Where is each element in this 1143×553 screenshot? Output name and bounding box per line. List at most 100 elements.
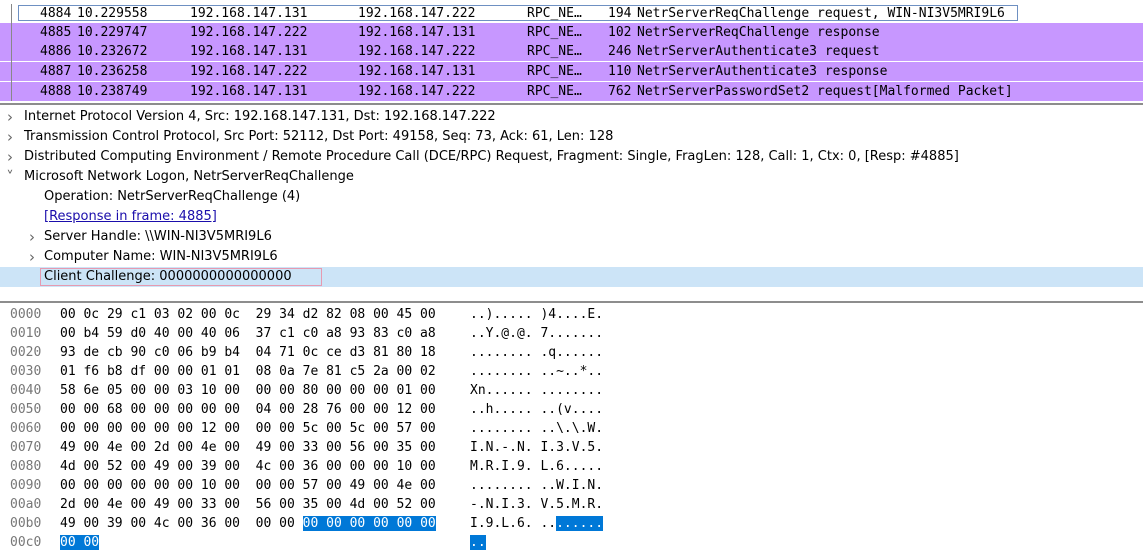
bytes-ascii[interactable]: ........ ..~..*.. <box>470 362 603 382</box>
detail-row-text: Operation: NetrServerReqChallenge (4) <box>44 189 301 204</box>
bytes-row: 0090 00 00 00 00 00 00 10 00 00 00 57 00 … <box>0 476 1143 496</box>
packet-length: 246 <box>608 44 632 59</box>
bytes-hex[interactable]: 49 00 39 00 4c 00 36 00 00 00 00 00 00 0… <box>60 514 436 534</box>
bytes-hex[interactable]: 49 00 4e 00 2d 00 4e 00 49 00 33 00 56 0… <box>60 438 436 458</box>
bytes-hex[interactable]: 93 de cb 90 c0 06 b9 b4 04 71 0c ce d3 8… <box>60 343 436 363</box>
chevron-right-icon[interactable]: › <box>4 147 16 167</box>
bytes-hex[interactable]: 00 00 68 00 00 00 00 00 04 00 28 76 00 0… <box>60 400 436 420</box>
detail-row[interactable]: ˅ Microsoft Network Logon, NetrServerReqC… <box>0 167 1143 187</box>
chevron-right-icon[interactable]: › <box>4 127 16 147</box>
bytes-ascii[interactable]: .. <box>470 533 486 553</box>
bytes-hex[interactable]: 00 0c 29 c1 03 02 00 0c 29 34 d2 82 08 0… <box>60 305 436 325</box>
bytes-offset: 0020 <box>10 345 42 360</box>
bytes-ascii[interactable]: Xn...... ........ <box>470 381 603 401</box>
bytes-offset: 0010 <box>10 326 42 341</box>
packet-destination: 192.168.147.222 <box>358 44 476 59</box>
packet-destination: 192.168.147.131 <box>358 25 476 40</box>
bytes-row: 0030 01 f6 b8 df 00 00 01 01 08 0a 7e 81 … <box>0 362 1143 382</box>
bytes-row: 0010 00 b4 59 d0 40 00 40 06 37 c1 c0 a8 … <box>0 324 1143 344</box>
packet-length: 102 <box>608 25 632 40</box>
bytes-hex[interactable]: 00 00 <box>60 533 100 553</box>
packet-info: NetrServerAuthenticate3 response <box>637 64 888 79</box>
bytes-row: 0000 00 0c 29 c1 03 02 00 0c 29 34 d2 82 … <box>0 305 1143 325</box>
bytes-offset: 0050 <box>10 402 42 417</box>
packet-info: NetrServerReqChallenge request, WIN-NI3V… <box>637 6 1005 21</box>
detail-row-text: Internet Protocol Version 4, Src: 192.16… <box>24 109 496 124</box>
detail-row[interactable]: › Distributed Computing Environment / Rem… <box>0 147 1143 167</box>
packet-row[interactable]: 4888 10.238749 192.168.147.131 192.168.147.… <box>0 82 1143 101</box>
bytes-row: 0050 00 00 68 00 00 00 00 00 04 00 28 76 … <box>0 400 1143 420</box>
packet-no: 4887 <box>40 64 72 79</box>
bytes-hex[interactable]: 4d 00 52 00 49 00 39 00 4c 00 36 00 00 0… <box>60 457 436 477</box>
packet-time: 10.232672 <box>77 44 148 59</box>
bytes-hex[interactable]: 00 00 00 00 00 00 12 00 00 00 5c 00 5c 0… <box>60 419 436 439</box>
packet-info: NetrServerAuthenticate3 request <box>637 44 880 59</box>
chevron-right-icon[interactable]: › <box>26 227 38 247</box>
selected-field-outline <box>40 268 322 286</box>
packet-time: 10.238749 <box>77 84 148 99</box>
packet-time: 10.229747 <box>77 25 148 40</box>
packet-destination: 192.168.147.222 <box>358 84 476 99</box>
packet-row[interactable]: 4884 10.229558 192.168.147.131 192.168.147.… <box>0 4 1143 23</box>
packet-source: 192.168.147.131 <box>190 6 308 21</box>
pane-splitter-bottom[interactable] <box>0 301 1143 303</box>
bytes-hex[interactable]: 2d 00 4e 00 49 00 33 00 56 00 35 00 4d 0… <box>60 495 436 515</box>
bytes-ascii[interactable]: ..h..... ..(v.... <box>470 400 603 420</box>
detail-row[interactable]: › Computer Name: WIN-NI3V5MRI9L6 <box>0 247 1143 267</box>
chevron-right-icon[interactable]: › <box>26 247 38 267</box>
bytes-hex[interactable]: 00 b4 59 d0 40 00 40 06 37 c1 c0 a8 93 8… <box>60 324 436 344</box>
packet-row[interactable]: 4886 10.232672 192.168.147.131 192.168.147.… <box>0 42 1143 61</box>
bytes-row: 00b0 49 00 39 00 4c 00 36 00 00 00 00 00 … <box>0 514 1143 534</box>
detail-row-text: Distributed Computing Environment / Remo… <box>24 149 959 164</box>
packet-info: NetrServerPasswordSet2 request[Malformed… <box>637 84 1013 99</box>
detail-row[interactable]: › Internet Protocol Version 4, Src: 192.1… <box>0 107 1143 127</box>
detail-row[interactable]: › Server Handle: \\WIN-NI3V5MRI9L6 <box>0 227 1143 247</box>
bytes-row: 0040 58 6e 05 00 00 03 10 00 00 00 80 00 … <box>0 381 1143 401</box>
packet-protocol: RPC_NE… <box>527 25 582 40</box>
bytes-offset: 0000 <box>10 307 42 322</box>
packet-length: 110 <box>608 64 632 79</box>
packet-source: 192.168.147.222 <box>190 64 308 79</box>
bytes-ascii[interactable]: ........ .q...... <box>470 343 603 363</box>
detail-row-text: Server Handle: \\WIN-NI3V5MRI9L6 <box>44 229 272 244</box>
packet-row[interactable]: 4887 10.236258 192.168.147.222 192.168.147.… <box>0 62 1143 81</box>
bytes-hex[interactable]: 01 f6 b8 df 00 00 01 01 08 0a 7e 81 c5 2… <box>60 362 436 382</box>
pane-splitter-top[interactable] <box>0 103 1143 105</box>
packet-protocol: RPC_NE… <box>527 44 582 59</box>
packet-protocol: RPC_NE… <box>527 84 582 99</box>
detail-row[interactable]: [Response in frame: 4885] <box>0 207 1143 227</box>
bytes-ascii[interactable]: ..)..... )4....E. <box>470 305 603 325</box>
packet-source: 192.168.147.222 <box>190 25 308 40</box>
bytes-offset: 0030 <box>10 364 42 379</box>
bytes-ascii[interactable]: I.9.L.6. ........ <box>470 514 604 534</box>
bytes-ascii[interactable]: ..Y.@.@. 7....... <box>470 324 603 344</box>
bytes-ascii[interactable]: I.N.-.N. I.3.V.5. <box>470 438 603 458</box>
detail-row[interactable]: › Transmission Control Protocol, Src Port… <box>0 127 1143 147</box>
bytes-row: 00c0 00 00.. <box>0 533 1143 553</box>
packet-list[interactable]: 4884 10.229558 192.168.147.131 192.168.147.… <box>0 0 1143 103</box>
bytes-offset: 00b0 <box>10 516 42 531</box>
detail-row[interactable]: Client Challenge: 0000000000000000 <box>0 267 1143 287</box>
chevron-right-icon[interactable]: › <box>4 107 16 127</box>
response-frame-link[interactable]: [Response in frame: 4885] <box>44 207 217 227</box>
packet-destination: 192.168.147.222 <box>358 6 476 21</box>
bytes-hex[interactable]: 58 6e 05 00 00 03 10 00 00 00 80 00 00 0… <box>60 381 436 401</box>
bytes-hex[interactable]: 00 00 00 00 00 00 10 00 00 00 57 00 49 0… <box>60 476 436 496</box>
packet-details-tree[interactable]: › Internet Protocol Version 4, Src: 192.1… <box>0 107 1143 299</box>
detail-row-text: Computer Name: WIN-NI3V5MRI9L6 <box>44 249 278 264</box>
bytes-row: 00a0 2d 00 4e 00 49 00 33 00 56 00 35 00 … <box>0 495 1143 515</box>
bytes-ascii[interactable]: ........ ..\.\.W. <box>470 419 603 439</box>
packet-no: 4888 <box>40 84 72 99</box>
packet-time: 10.229558 <box>77 6 148 21</box>
bytes-ascii[interactable]: M.R.I.9. L.6..... <box>470 457 603 477</box>
bytes-ascii[interactable]: ........ ..W.I.N. <box>470 476 603 496</box>
detail-row[interactable]: Operation: NetrServerReqChallenge (4) <box>0 187 1143 207</box>
bytes-offset: 00c0 <box>10 535 42 550</box>
packet-bytes-pane[interactable]: 0000 00 0c 29 c1 03 02 00 0c 29 34 d2 82 … <box>0 305 1143 550</box>
bytes-ascii[interactable]: -.N.I.3. V.5.M.R. <box>470 495 603 515</box>
chevron-down-icon[interactable]: ˅ <box>4 167 16 187</box>
packet-protocol: RPC_NE… <box>527 6 582 21</box>
bytes-offset: 0040 <box>10 383 42 398</box>
packet-row[interactable]: 4885 10.229747 192.168.147.222 192.168.147.… <box>0 23 1143 42</box>
packet-length: 762 <box>608 84 632 99</box>
